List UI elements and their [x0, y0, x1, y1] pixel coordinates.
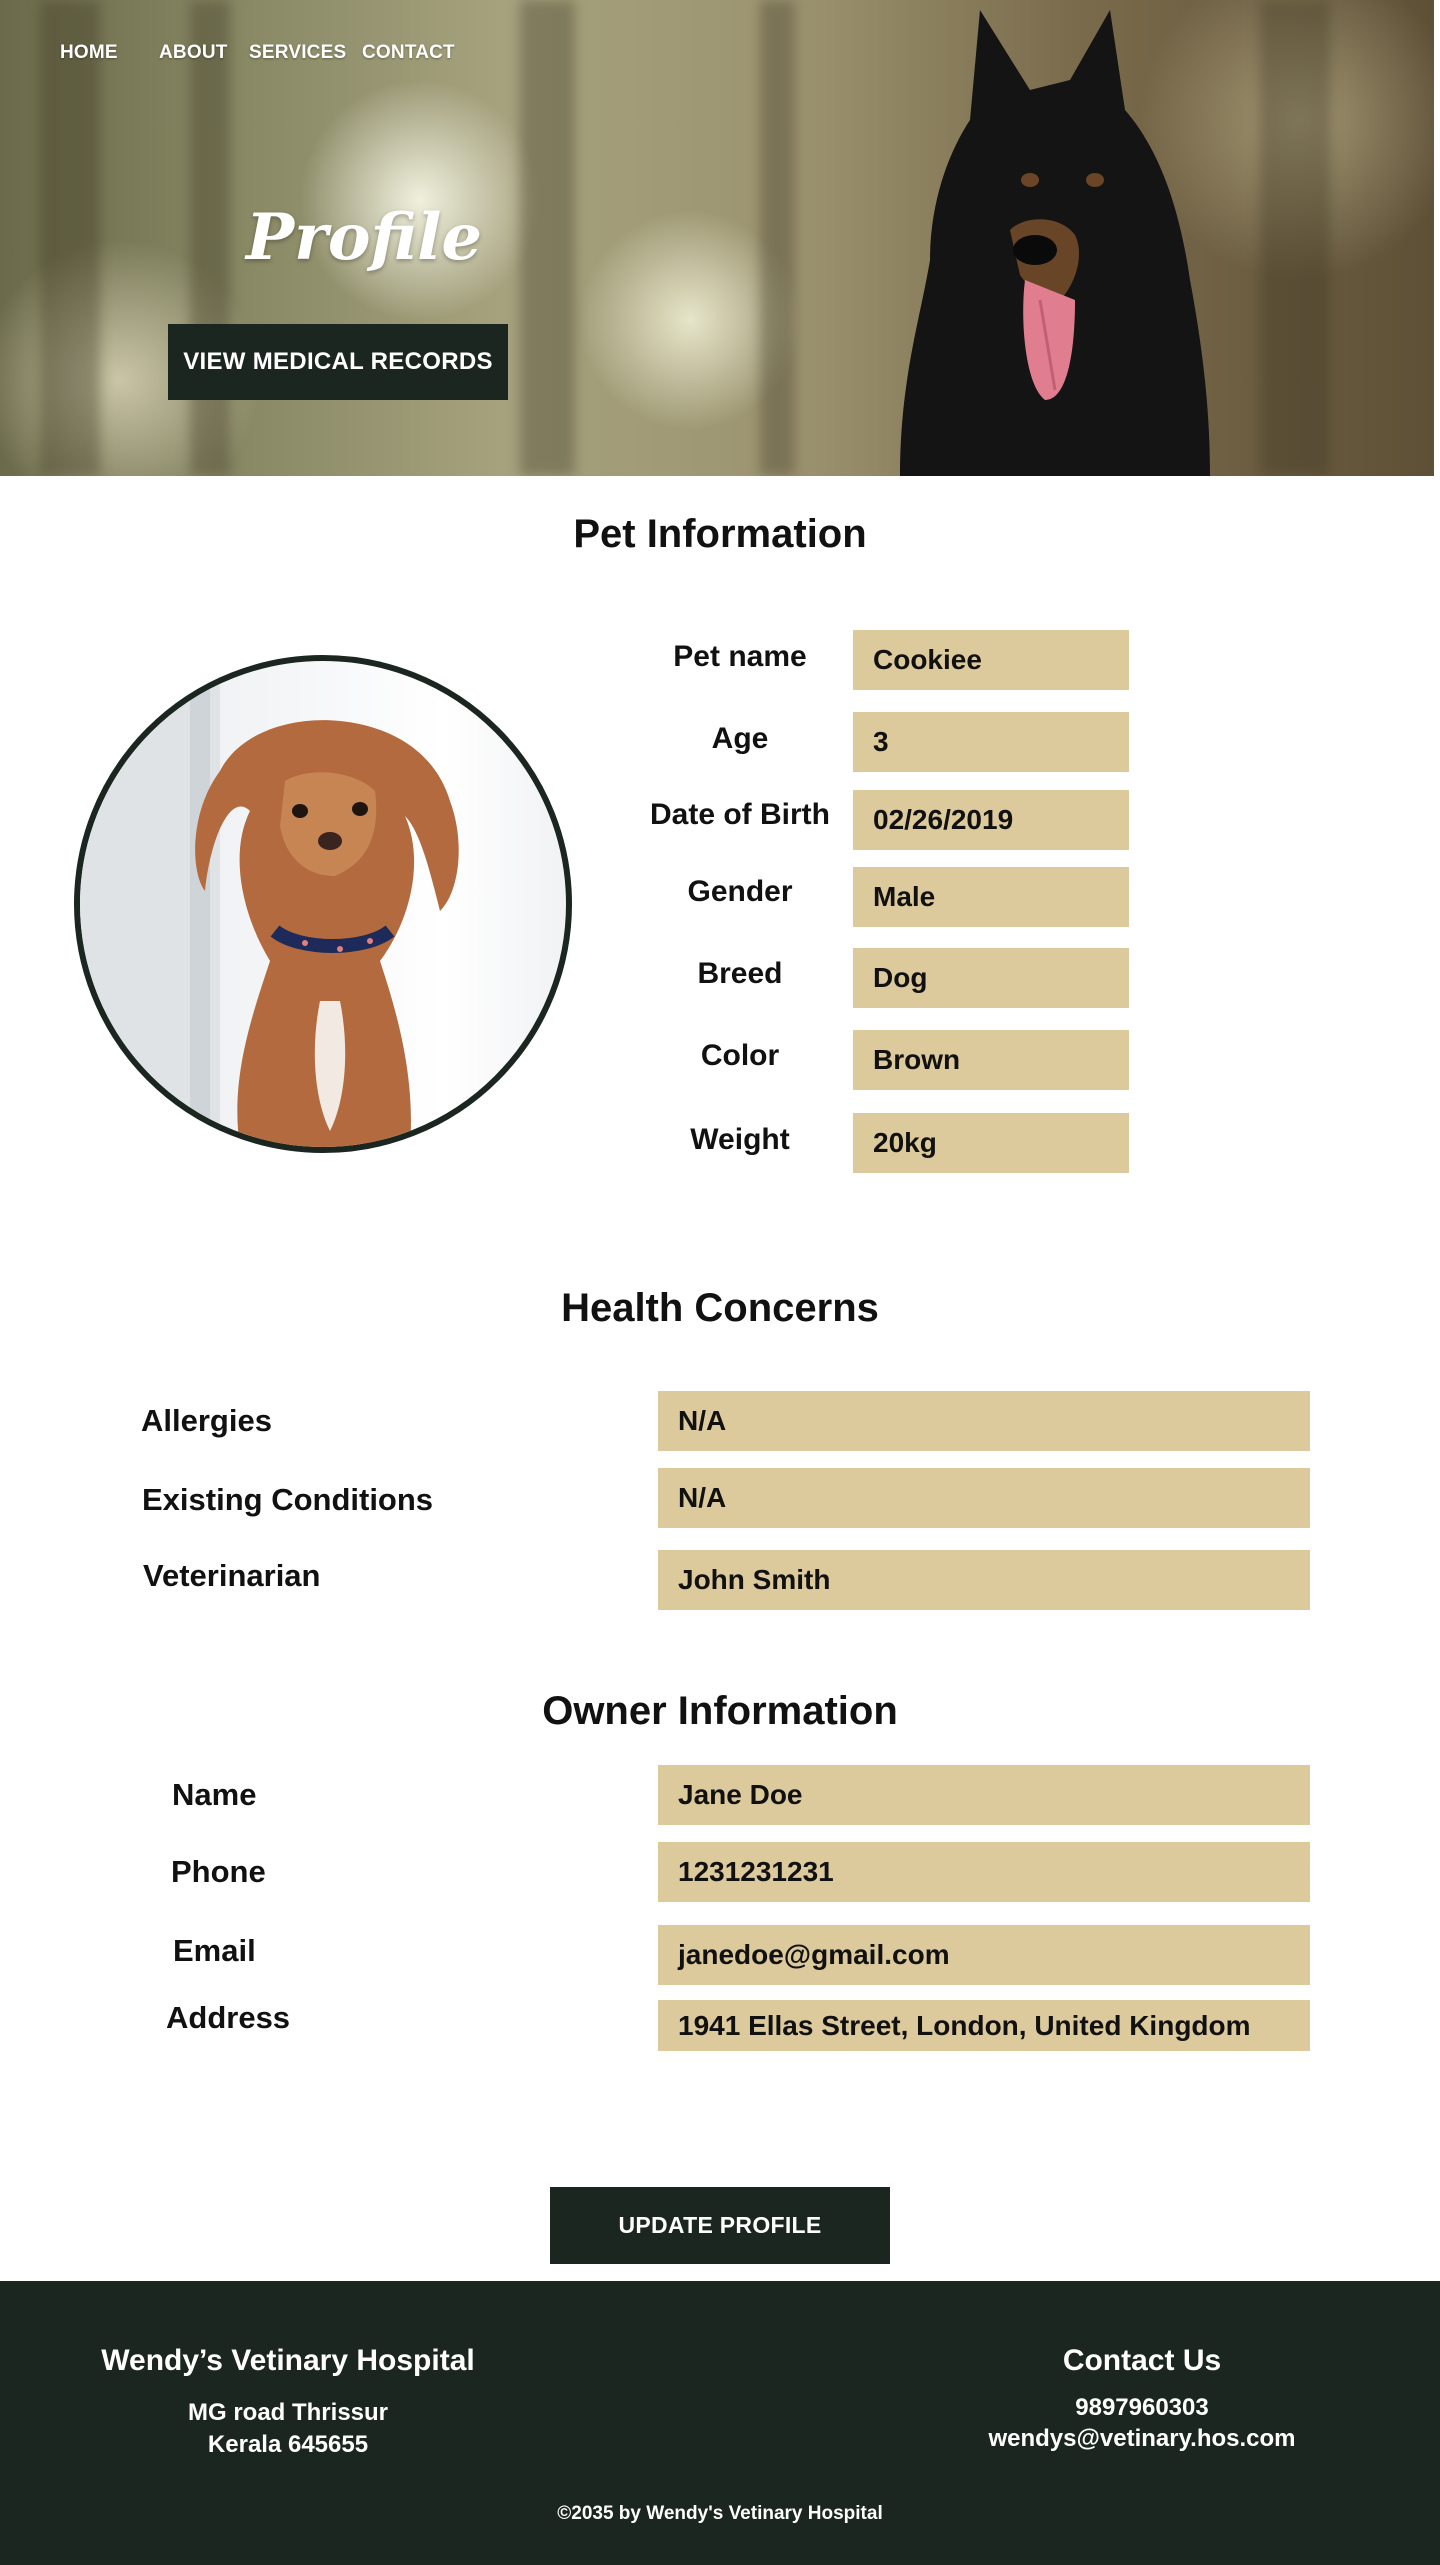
color-label: Color: [700, 1039, 780, 1072]
pet-photo: [74, 655, 572, 1153]
footer: Wendy’s Vetinary Hospital MG road Thriss…: [0, 2281, 1440, 2565]
owner-phone-field[interactable]: 1231231231: [658, 1842, 1310, 1902]
gender-field[interactable]: Male: [853, 867, 1129, 927]
date-of-birth-field[interactable]: 02/26/2019: [853, 790, 1129, 850]
health-concerns-heading: Health Concerns: [561, 1286, 879, 1330]
page-title: Profile: [246, 200, 483, 275]
footer-phone[interactable]: 9897960303: [942, 2394, 1342, 2422]
owner-information-heading: Owner Information: [542, 1689, 898, 1733]
veterinarian-label: Veterinarian: [143, 1558, 321, 1593]
allergies-field[interactable]: N/A: [658, 1391, 1310, 1451]
footer-copyright: ©2035 by Wendy's Vetinary Hospital: [557, 2503, 883, 2524]
nav-about-link[interactable]: ABOUT: [159, 42, 228, 64]
pet-information-heading: Pet Information: [573, 512, 867, 556]
footer-address-line2: Kerala 645655: [207, 2431, 369, 2458]
pet-name-label: Pet name: [673, 640, 807, 673]
weight-label: Weight: [690, 1123, 790, 1156]
date-of-birth-label: Date of Birth: [650, 798, 830, 831]
hero-banner: HOME ABOUT SERVICES CONTACT Profile VIEW…: [0, 0, 1434, 476]
gender-label: Gender: [687, 875, 793, 908]
allergies-label: Allergies: [141, 1403, 272, 1438]
owner-email-field[interactable]: janedoe@gmail.com: [658, 1925, 1310, 1985]
pet-dog-image: [80, 661, 459, 1147]
age-field[interactable]: 3: [853, 712, 1129, 772]
veterinarian-field[interactable]: John Smith: [658, 1550, 1310, 1610]
footer-contact-heading: Contact Us: [1062, 2344, 1222, 2377]
footer-email-link[interactable]: wendys@vetinary.hos.com: [942, 2425, 1342, 2453]
weight-field[interactable]: 20kg: [853, 1113, 1129, 1173]
footer-hospital-name: Wendy’s Vetinary Hospital: [101, 2344, 475, 2377]
owner-name-label: Name: [172, 1777, 257, 1812]
footer-address-line1: MG road Thrissur: [187, 2399, 389, 2426]
color-field[interactable]: Brown: [853, 1030, 1129, 1090]
breed-field[interactable]: Dog: [853, 948, 1129, 1008]
breed-label: Breed: [697, 957, 783, 990]
age-label: Age: [711, 722, 769, 755]
owner-phone-label: Phone: [171, 1854, 266, 1889]
nav-contact-link[interactable]: CONTACT: [362, 42, 455, 64]
owner-address-label: Address: [166, 2000, 291, 2035]
nav-home-link[interactable]: HOME: [60, 42, 118, 64]
owner-address-field[interactable]: 1941 Ellas Street, London, United Kingdo…: [658, 2000, 1310, 2051]
existing-conditions-field[interactable]: N/A: [658, 1468, 1310, 1528]
update-profile-button[interactable]: UPDATE PROFILE: [550, 2187, 890, 2264]
owner-email-label: Email: [173, 1933, 256, 1968]
owner-name-field[interactable]: Jane Doe: [658, 1765, 1310, 1825]
existing-conditions-label: Existing Conditions: [142, 1482, 434, 1517]
german-shepherd-image: [900, 10, 1210, 476]
pet-name-field[interactable]: Cookiee: [853, 630, 1129, 690]
view-medical-records-button[interactable]: VIEW MEDICAL RECORDS: [168, 324, 508, 400]
nav-services-link[interactable]: SERVICES: [249, 42, 346, 64]
